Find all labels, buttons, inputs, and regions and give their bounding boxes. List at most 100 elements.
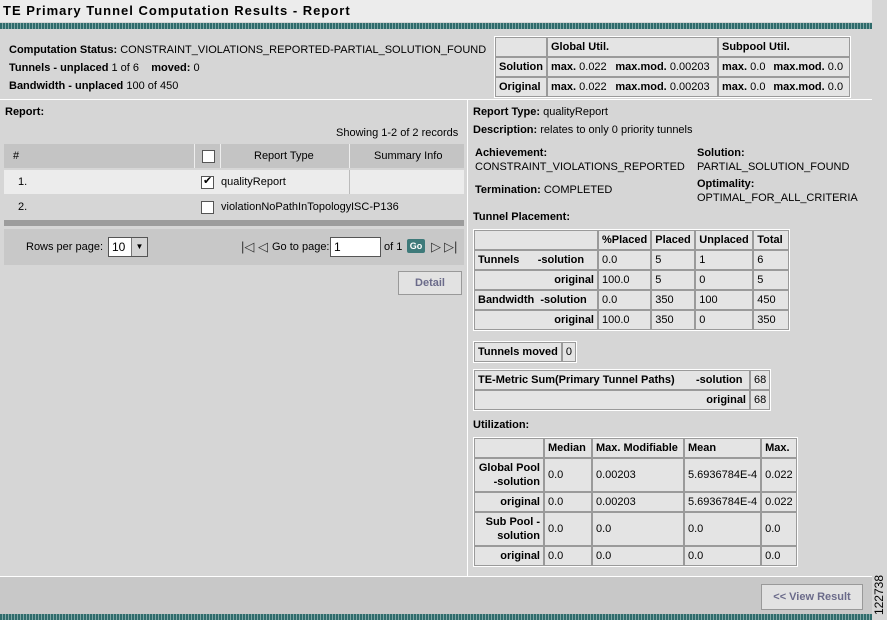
rows-per-page-select[interactable]: 10 ▼ <box>108 237 148 257</box>
placement-header-unplaced: Unplaced <box>695 230 754 250</box>
util-cell: 0.0 <box>827 61 844 73</box>
go-button[interactable]: Go <box>407 239 425 253</box>
footer-bar: << View Result <box>0 576 872 615</box>
optimality-label: Optimality: <box>697 178 755 190</box>
select-all-checkbox[interactable] <box>202 150 215 163</box>
utilization-cell: 5.6936784E-4 <box>684 492 762 512</box>
util-cell: 0.0 <box>750 81 766 93</box>
utilization-row: Sub Pool -solution 0.0 0.0 0.0 0.0 <box>474 512 797 546</box>
table-row[interactable]: 1. qualityReport <box>4 170 464 194</box>
description-value: relates to only 0 priority tunnels <box>540 124 693 136</box>
util-row-label: Original <box>495 77 547 97</box>
utilization-cell: 0.0 <box>684 512 762 546</box>
view-result-button[interactable]: << View Result <box>761 584 863 610</box>
utilization-row-label: Global Pool -solution <box>474 458 544 492</box>
utilization-header-empty <box>474 438 544 458</box>
utilization-cell: 0.0 <box>544 492 592 512</box>
row-number: 1. <box>18 176 28 188</box>
utilization-cell: 0.00203 <box>592 458 684 492</box>
last-page-icon[interactable]: ▷| <box>444 239 457 255</box>
placement-cell: 350 <box>651 290 696 310</box>
util-row-solution: Solution max. 0.022 max.mod. 0.00203 max… <box>495 57 850 77</box>
placement-row: original 100.0 350 0 350 <box>474 310 790 330</box>
placement-row-label: Tunnels -solution <box>474 250 598 270</box>
placement-cell: 450 <box>753 290 790 310</box>
global-util-table: Global Util. Subpool Util. Solution max.… <box>494 36 851 98</box>
placement-cell: 5 <box>651 250 696 270</box>
utilization-label: Utilization: <box>473 419 530 431</box>
placement-cell: 6 <box>753 250 790 270</box>
pagination-bar: Rows per page: 10 ▼ |◁ ◁ Go to page: 1 o… <box>4 229 464 265</box>
util-cell: max.mod. <box>773 81 825 93</box>
utilization-table: Median Max. Modifiable Mean Max. Global … <box>473 437 798 567</box>
row-report-type: violationNoPathInTopology <box>221 201 352 213</box>
report-type-value: qualityReport <box>543 106 608 118</box>
prev-page-icon[interactable]: ◁ <box>258 239 268 255</box>
utilization-cell: 5.6936784E-4 <box>684 458 762 492</box>
tunnel-placement-table: %Placed Placed Unplaced Total Tunnels -s… <box>473 229 791 331</box>
title-divider <box>0 23 872 29</box>
utilization-row-label: original <box>474 492 544 512</box>
report-table-header: # Report Type Summary Info <box>4 144 464 168</box>
util-header-empty <box>495 37 547 57</box>
rows-per-page-value: 10 <box>112 240 126 254</box>
te-metric-solution-value: 68 <box>750 370 771 390</box>
utilization-cell: 0.0 <box>544 512 592 546</box>
row-number: 2. <box>18 201 28 213</box>
utilization-cell: 0.0 <box>761 512 797 546</box>
tunnels-moved-value: 0 <box>561 342 576 362</box>
row-summary: ISC-P136 <box>351 201 399 213</box>
utilization-header-mean: Mean <box>684 438 762 458</box>
goto-page-label: Go to page: <box>272 241 330 253</box>
utilization-cell: 0.0 <box>544 458 592 492</box>
utilization-row-label: original <box>474 546 544 566</box>
bandwidth-unplaced-label: Bandwidth - unplaced <box>9 80 124 92</box>
achievement-label: Achievement: <box>475 147 548 159</box>
chevron-down-icon[interactable]: ▼ <box>131 238 147 256</box>
row-checkbox[interactable] <box>201 201 214 214</box>
placement-cell: 0 <box>695 270 754 290</box>
report-label: Report: <box>5 106 45 118</box>
detail-button[interactable]: Detail <box>398 271 462 295</box>
utilization-header-max: Max. <box>761 438 797 458</box>
placement-cell: 350 <box>651 310 696 330</box>
util-cell: 0.022 <box>579 81 607 93</box>
te-metric-original-label: original <box>474 390 750 410</box>
utilization-row: Global Pool -solution 0.0 0.00203 5.6936… <box>474 458 797 492</box>
showing-records: Showing 1-2 of 2 records <box>336 127 459 139</box>
placement-cell: 0 <box>695 310 754 330</box>
util-cell: 0.0 <box>750 61 766 73</box>
goto-page-value: 1 <box>334 240 341 254</box>
figure-number: 122738 <box>872 575 886 616</box>
te-metric-label: TE-Metric Sum(Primary Tunnel Paths) <box>478 374 675 386</box>
placement-cell: 1 <box>695 250 754 270</box>
next-page-icon[interactable]: ▷ <box>431 239 441 255</box>
utilization-cell: 0.022 <box>761 492 797 512</box>
moved-value: 0 <box>193 62 200 74</box>
util-row-label: Solution <box>495 57 547 77</box>
util-cell: 0.022 <box>579 61 607 73</box>
moved-label: moved: <box>151 62 191 74</box>
row-checkbox[interactable] <box>201 174 214 189</box>
goto-page-input[interactable]: 1 <box>330 237 381 257</box>
solution-label: Solution: <box>697 147 745 159</box>
placement-header-placed: Placed <box>651 230 696 250</box>
placement-cell: 5 <box>753 270 790 290</box>
rows-per-page-label: Rows per page: <box>26 241 104 253</box>
util-cell: 0.00203 <box>669 81 710 93</box>
footer-divider <box>0 614 872 620</box>
util-cell: 0.0 <box>827 81 844 93</box>
util-cell: max. <box>551 81 577 93</box>
utilization-cell: 0.0 <box>761 546 797 566</box>
placement-row: original 100.0 5 0 5 <box>474 270 790 290</box>
computation-status-value: CONSTRAINT_VIOLATIONS_REPORTED-PARTIAL_S… <box>120 44 487 56</box>
placement-row: Tunnels -solution 0.0 5 1 6 <box>474 250 790 270</box>
optimality-value: OPTIMAL_FOR_ALL_CRITERIA <box>697 192 858 204</box>
solution-value: PARTIAL_SOLUTION_FOUND <box>697 161 850 173</box>
te-metric-original-value: 68 <box>750 390 771 410</box>
util-header-subpool: Subpool Util. <box>718 37 850 57</box>
first-page-icon[interactable]: |◁ <box>241 239 254 255</box>
table-row[interactable]: 2. violationNoPathInTopology ISC-P136 <box>4 195 464 219</box>
utilization-cell: 0.022 <box>761 458 797 492</box>
placement-header-placed-pct: %Placed <box>598 230 652 250</box>
